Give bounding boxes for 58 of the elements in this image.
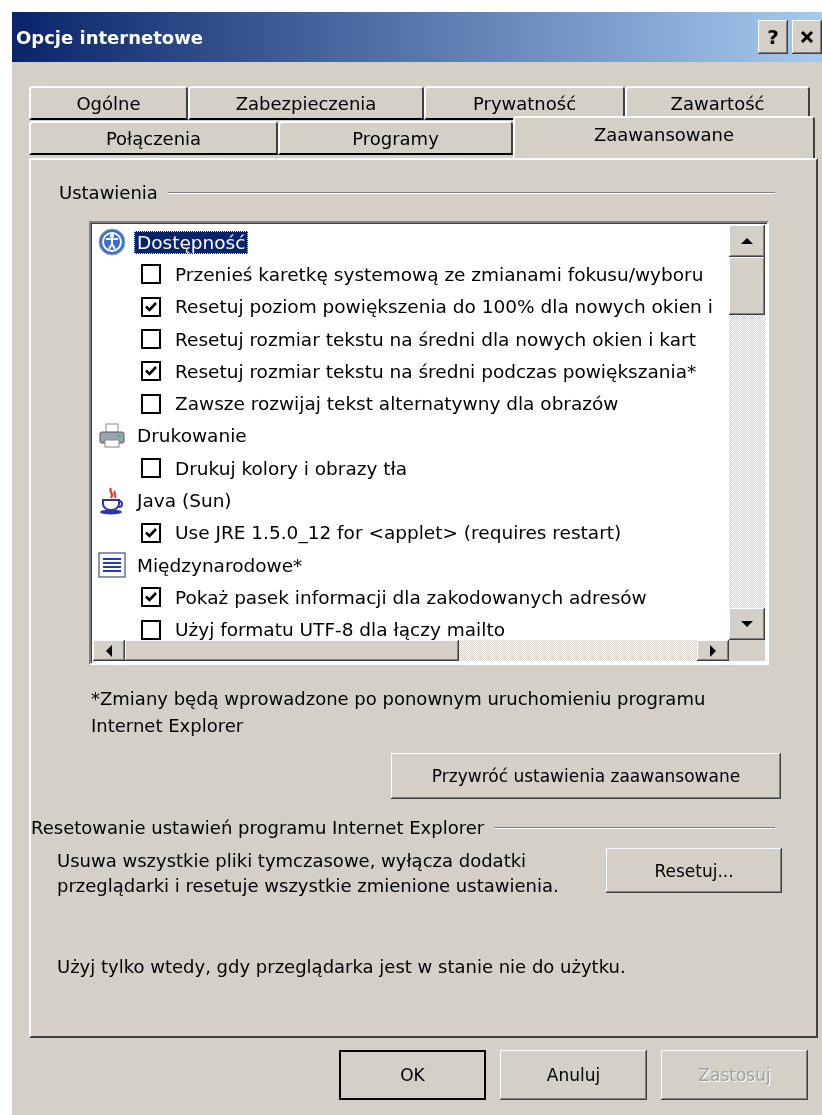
scrollbar-corner [729, 640, 765, 661]
dialog-button[interactable]: OK [339, 1050, 486, 1100]
horizontal-scrollbar[interactable] [93, 640, 729, 661]
checkbox[interactable] [141, 522, 161, 543]
scroll-down-icon[interactable] [729, 608, 765, 640]
printer-icon [97, 420, 127, 451]
close-icon [800, 30, 814, 44]
option-label[interactable]: Pokaż pasek informacji dla zakodowanych adresów [175, 586, 647, 608]
option-label[interactable]: Resetuj poziom powiększenia do 100% dla nowych okien i [175, 296, 713, 318]
tab[interactable]: Zabezpieczenia [188, 86, 424, 120]
vertical-scrollbar[interactable] [729, 225, 765, 640]
checkbox[interactable] [141, 458, 161, 479]
reset-button[interactable]: Resetuj... [606, 848, 782, 893]
checkmark-icon [145, 592, 157, 603]
tab[interactable]: Ogólne [29, 86, 188, 120]
restore-defaults-button[interactable]: Przywróć ustawienia zaawansowane [391, 753, 781, 799]
window-title: Opcje internetowe [16, 26, 204, 48]
tab[interactable]: Prywatność [424, 86, 625, 120]
scroll-thumb[interactable] [125, 640, 459, 661]
scroll-right-icon[interactable] [697, 640, 729, 661]
tree-category[interactable]: Dostępność [134, 230, 249, 254]
checkbox[interactable] [141, 587, 161, 608]
tab[interactable]: Połączenia [29, 121, 278, 155]
restart-note: *Zmiany będą wprowadzone po ponownym uruchomieniu programu Internet Explorer [91, 687, 707, 738]
option-label[interactable]: Use JRE 1.5.0_12 for <applet> (requires restart) [175, 522, 622, 544]
option-label[interactable]: Resetuj rozmiar tekstu na średni dla nowych okien i kart [175, 328, 696, 350]
option-label[interactable]: Resetuj rozmiar tekstu na średni podczas powiększania* [175, 360, 697, 382]
checkbox[interactable] [141, 361, 161, 382]
close-button[interactable] [792, 20, 822, 54]
tree-category[interactable]: Drukowanie [134, 424, 250, 448]
dialog-button[interactable]: Anuluj [500, 1050, 647, 1100]
checkbox[interactable] [141, 264, 161, 285]
tab[interactable]: Programy [278, 121, 513, 155]
checkbox[interactable] [141, 619, 161, 640]
option-label[interactable]: Drukuj kolory i obrazy tła [175, 457, 408, 479]
option-label[interactable]: Użyj formatu UTF-8 dla łączy mailto [175, 619, 505, 640]
checkbox[interactable] [141, 329, 161, 350]
checkmark-icon [145, 301, 157, 312]
tab[interactable]: Zaawansowane [513, 116, 815, 158]
checkmark-icon [145, 527, 157, 538]
reset-description: Usuwa wszystkie pliki tymczasowe, wyłącza dodatki przeglądarki i resetuje wszystkie zmienione ustawienia. [57, 849, 560, 898]
group-label: Ustawienia [59, 182, 158, 203]
tree-category[interactable]: Java (Sun) [134, 489, 235, 512]
settings-list[interactable] [89, 221, 769, 665]
checkmark-icon [145, 366, 157, 377]
scroll-up-icon[interactable] [729, 225, 765, 257]
tree-category[interactable]: Międzynarodowe* [134, 553, 306, 577]
checkbox[interactable] [141, 393, 161, 414]
scroll-thumb[interactable] [729, 257, 765, 315]
document-lines-icon [97, 550, 127, 581]
help-button[interactable]: ? [758, 20, 788, 54]
accessibility-icon [97, 227, 127, 258]
option-label[interactable]: Przenieś karetkę systemową ze zmianami fokusu/wyboru [175, 263, 704, 285]
reset-hint: Użyj tylko wtedy, gdy przeglądarka jest w stanie nie do użytku. [57, 956, 627, 977]
option-label[interactable]: Zawsze rozwijaj tekst alternatywny dla obrazów [175, 393, 619, 415]
scroll-left-icon[interactable] [93, 640, 125, 661]
group-label: Resetowanie ustawień programu Internet Explorer [31, 817, 485, 838]
checkbox[interactable] [141, 296, 161, 317]
